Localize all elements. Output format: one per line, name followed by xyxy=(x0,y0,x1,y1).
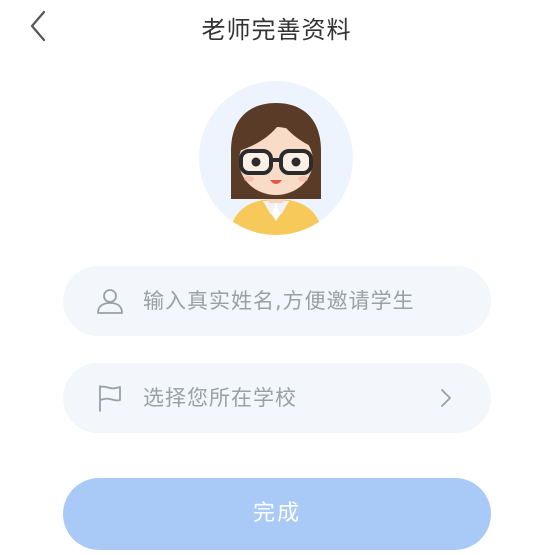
chevron-right-icon xyxy=(441,389,451,407)
avatar[interactable] xyxy=(199,81,353,235)
complete-profile-page: 老师完善资料 输入真实姓名,方便邀请学生 选择您所在学校 完成 xyxy=(0,0,553,555)
flag-icon xyxy=(99,385,121,412)
name-field[interactable] xyxy=(63,266,491,336)
page-title: 老师完善资料 xyxy=(201,16,352,44)
submit-button[interactable]: 完成 xyxy=(63,478,491,550)
school-selector[interactable]: 选择您所在学校 xyxy=(63,363,491,433)
user-icon xyxy=(97,289,123,314)
name-input[interactable] xyxy=(143,266,473,336)
teacher-avatar-icon xyxy=(229,103,323,235)
school-selector-label: 选择您所在学校 xyxy=(143,386,297,410)
